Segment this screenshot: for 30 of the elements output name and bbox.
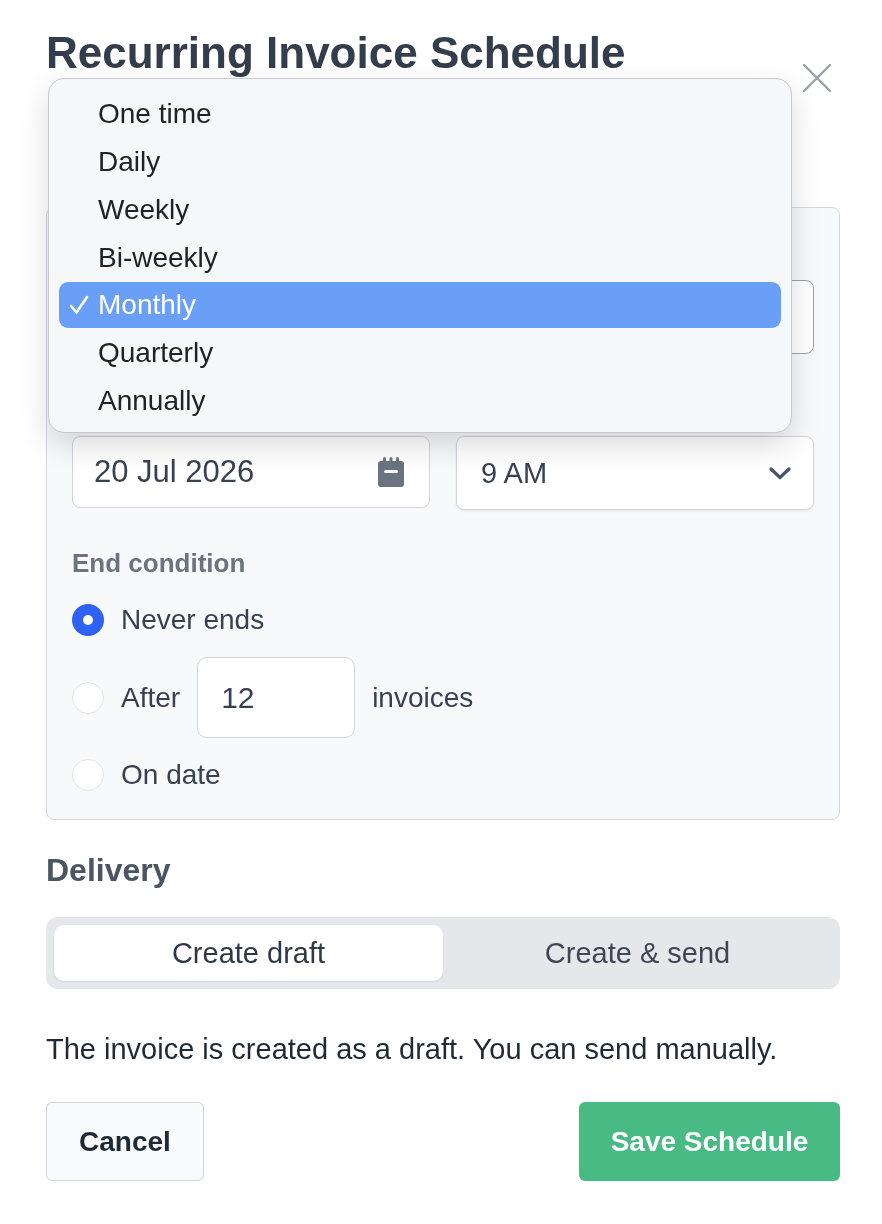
close-button[interactable] (802, 63, 832, 93)
date-field[interactable]: 20 Jul 2026 (72, 436, 430, 508)
checkmark-icon (69, 295, 89, 316)
radio-button[interactable] (72, 604, 104, 636)
number-input[interactable]: 12 (197, 657, 356, 738)
date-value: 20 Jul 2026 (94, 454, 255, 490)
unit-label: invoices (372, 681, 474, 714)
close-icon (803, 64, 831, 92)
menu-option[interactable]: One time (59, 91, 781, 137)
section-label: End condition (72, 550, 247, 576)
menu-option[interactable]: Weekly (59, 186, 781, 233)
menu-option[interactable]: Daily (59, 138, 781, 185)
cancel-button[interactable]: Cancel (46, 1102, 204, 1181)
menu-option[interactable]: Bi-weekly (59, 234, 781, 281)
radio-button[interactable] (72, 759, 104, 791)
radio-label: After (121, 681, 181, 714)
segment-button[interactable]: Create & send (443, 925, 832, 981)
chevron-down-icon (769, 466, 791, 480)
radio-button[interactable] (72, 681, 104, 714)
section-heading: Delivery (46, 852, 172, 888)
time-select[interactable]: 9 AM (456, 436, 814, 510)
radio-label: Never ends (121, 604, 265, 636)
time-value: 9 AM (481, 456, 548, 490)
dialog-title: Recurring Invoice Schedule (46, 30, 626, 76)
radio-label: On date (121, 759, 221, 791)
help-text: The invoice is created as a draft. You can send manually. (46, 1033, 779, 1065)
menu-option[interactable]: Quarterly (59, 330, 781, 377)
calendar-icon (375, 456, 407, 488)
segment-button[interactable]: Create draft (54, 925, 443, 981)
menu-option[interactable]: Annually (59, 378, 781, 424)
